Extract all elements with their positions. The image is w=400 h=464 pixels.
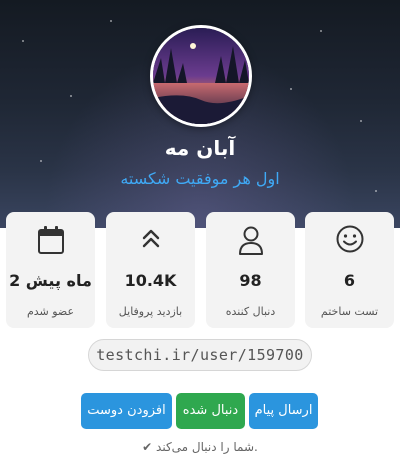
profile-name: آبان مه xyxy=(164,136,236,160)
stat-card-joined: 2 ماه پیش عضو شدم xyxy=(6,212,95,328)
stats-cards: 6 تست ساختم 98 دنبال کننده 10.4K بازدید … xyxy=(6,212,394,328)
calendar-icon xyxy=(6,224,95,256)
stat-label-joined: عضو شدم xyxy=(26,305,75,318)
stat-label-views: بازدید پروفایل xyxy=(118,305,183,318)
add-friend-button[interactable]: افزودن دوست xyxy=(81,393,172,429)
stat-value-followers: 98 xyxy=(239,271,262,290)
smile-icon xyxy=(305,224,394,256)
stat-value-views: 10.4K xyxy=(124,271,177,290)
send-message-button[interactable]: ارسال پیام xyxy=(249,393,318,429)
stat-label-tests: تست ساختم xyxy=(320,305,379,318)
follows-you-note: ✔ شما را دنبال می‌کند. xyxy=(142,440,258,454)
stat-label-followers: دنبال کننده xyxy=(225,305,276,318)
stat-value-joined: 2 ماه پیش xyxy=(9,271,92,290)
stat-card-tests: 6 تست ساختم xyxy=(305,212,394,328)
profile-bio: اول هر موفقیت شکسته xyxy=(120,169,280,188)
stat-card-views: 10.4K بازدید پروفایل xyxy=(106,212,195,328)
avatar-image xyxy=(153,28,249,124)
following-button[interactable]: دنبال شده xyxy=(176,393,245,429)
chevrons-up-icon xyxy=(106,224,195,256)
profile-header: آبان مه اول هر موفقیت شکسته xyxy=(0,0,400,228)
avatar[interactable] xyxy=(150,25,252,127)
stat-card-followers[interactable]: 98 دنبال کننده xyxy=(206,212,295,328)
stat-value-tests: 6 xyxy=(343,271,356,290)
profile-url[interactable]: testchi.ir/user/159700 xyxy=(88,339,312,371)
user-icon xyxy=(206,224,295,256)
